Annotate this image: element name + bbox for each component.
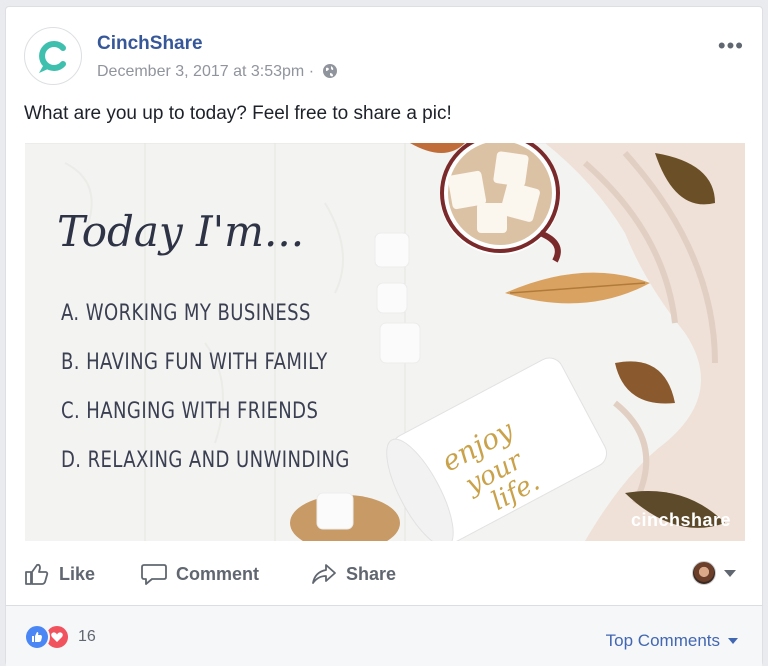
share-arrow-icon xyxy=(312,564,336,584)
image-options-list: A. WORKING MY BUSINESS B. HAVING FUN WIT… xyxy=(61,289,413,485)
share-label: Share xyxy=(346,563,397,584)
comment-button[interactable]: Comment xyxy=(141,557,259,591)
top-comments-dropdown[interactable]: Top Comments xyxy=(606,631,738,651)
globe-icon[interactable] xyxy=(322,63,338,84)
image-option: C. HANGING WITH FRIENDS xyxy=(61,399,319,424)
image-option: D. RELAXING AND UNWINDING xyxy=(61,448,350,473)
post-actions-bar: Like Comment Share xyxy=(24,557,746,593)
image-option: B. HAVING FUN WITH FAMILY xyxy=(61,350,328,375)
image-option: A. WORKING MY BUSINESS xyxy=(61,301,311,326)
like-reaction-icon xyxy=(24,624,50,650)
thumbs-up-icon xyxy=(25,563,49,585)
post-message: What are you up to today? Feel free to s… xyxy=(24,103,452,124)
top-comments-label: Top Comments xyxy=(605,631,720,650)
viewer-avatar xyxy=(692,561,716,585)
image-title: Today I'm... xyxy=(57,207,305,256)
reaction-count: 16 xyxy=(78,628,96,645)
cinchshare-logo-icon xyxy=(39,41,66,73)
post-card: CinchShare December 3, 2017 at 3:53pm · … xyxy=(5,6,763,666)
chevron-down-icon xyxy=(728,638,738,644)
page-name-link[interactable]: CinchShare xyxy=(97,33,203,55)
ellipsis-icon[interactable]: ••• xyxy=(718,33,744,59)
post-image[interactable]: enjoy your life. Today I'm... A. WORKING… xyxy=(25,143,745,541)
post-date[interactable]: December 3, 2017 at 3:53pm xyxy=(97,63,304,80)
page-avatar[interactable] xyxy=(24,27,82,85)
comment-label: Comment xyxy=(176,563,260,584)
image-watermark: cinchshare xyxy=(630,510,731,530)
meta-separator: · xyxy=(308,63,315,80)
share-button[interactable]: Share xyxy=(311,557,396,591)
chevron-down-icon xyxy=(724,569,736,577)
post-header: CinchShare December 3, 2017 at 3:53pm · … xyxy=(24,27,744,89)
post-footer: 16 Top Comments xyxy=(6,606,762,666)
comment-bubble-icon xyxy=(141,564,167,585)
like-label: Like xyxy=(59,563,96,584)
like-button[interactable]: Like xyxy=(24,557,95,591)
post-as-selector[interactable] xyxy=(692,561,736,585)
reactions-summary[interactable]: 16 xyxy=(24,624,96,650)
post-timestamp: December 3, 2017 at 3:53pm · xyxy=(97,63,338,84)
